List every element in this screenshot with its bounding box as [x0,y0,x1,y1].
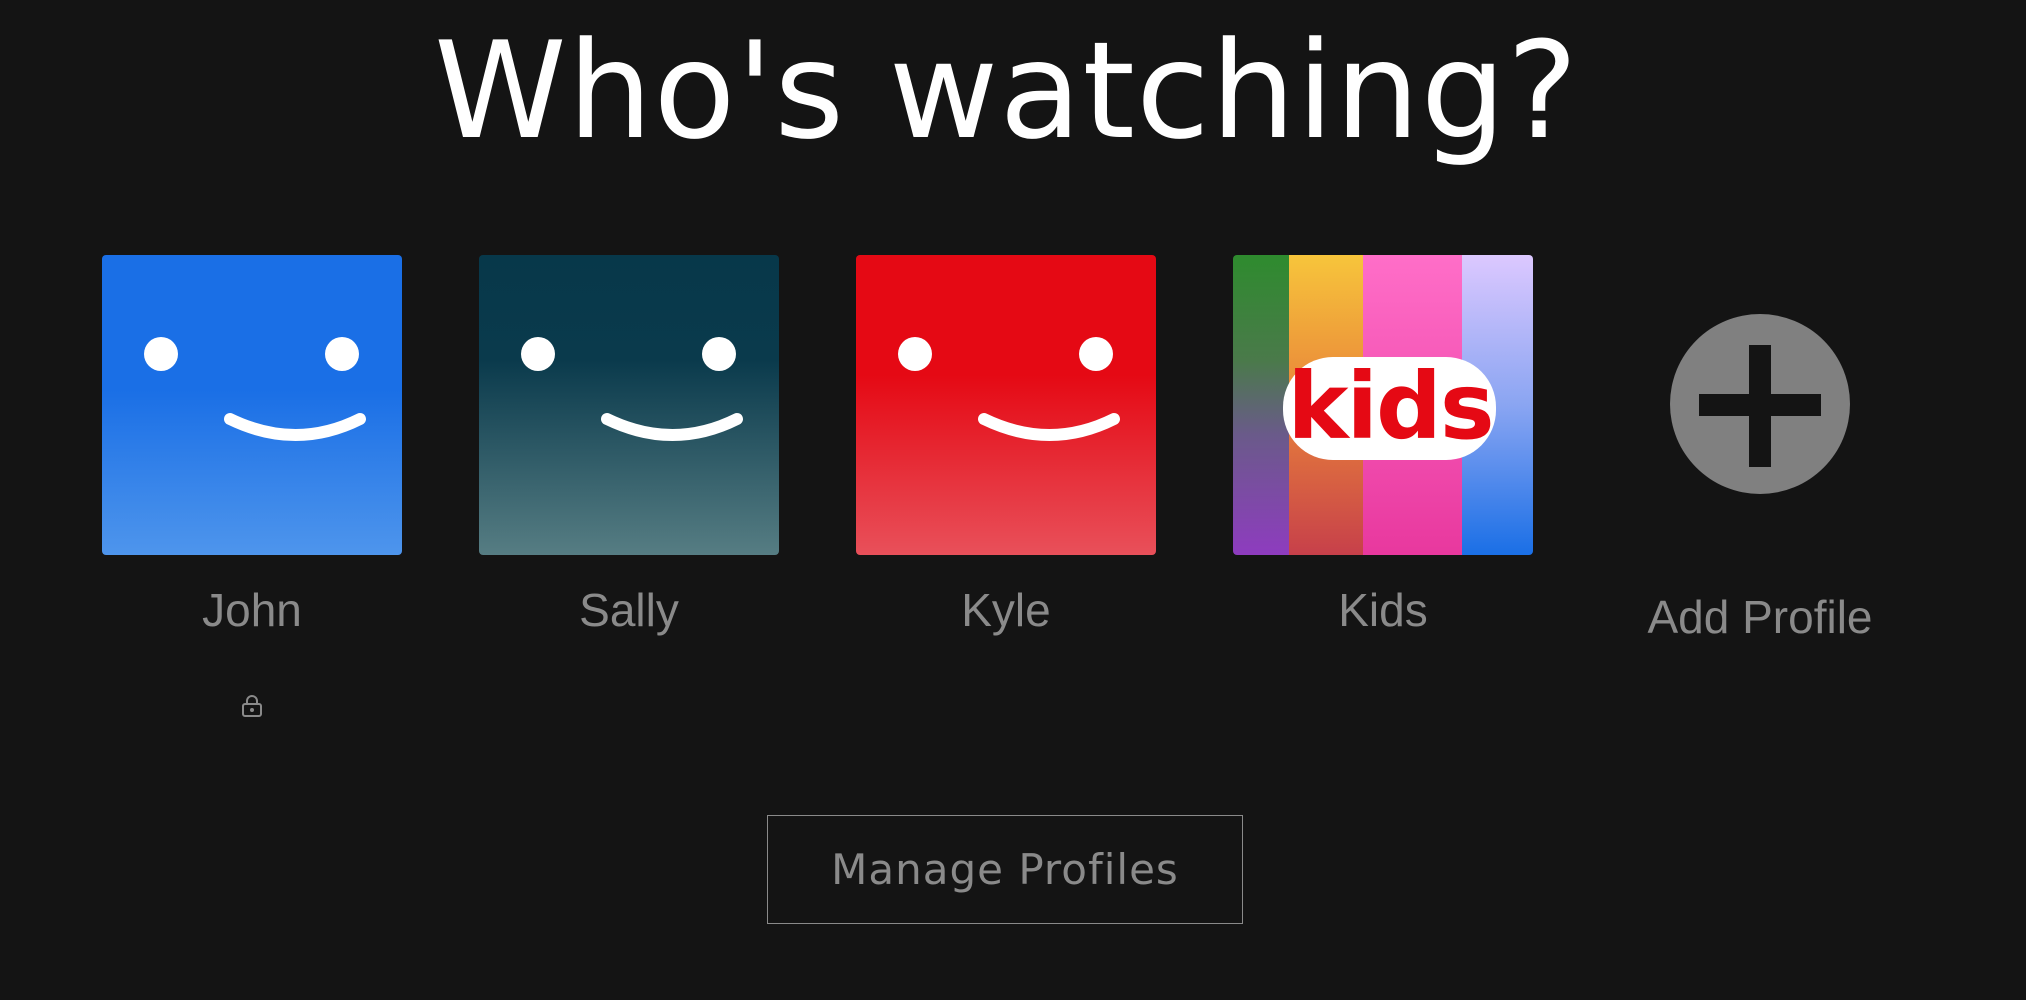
kids-logo-text: kids [1287,353,1492,460]
profile-kids[interactable]: kids Kids [1233,255,1533,638]
smiley-face-icon [102,255,402,555]
profile-avatar-sally[interactable] [479,255,779,555]
lock-icon [242,695,262,717]
profile-name-kyle: Kyle [961,584,1051,636]
profile-name-sally: Sally [579,584,679,636]
add-profile-label: Add Profile [1647,591,1873,643]
page-title: Who's watching? [434,13,1579,169]
profile-avatar-john[interactable] [102,255,402,555]
profile-sally[interactable]: Sally [479,255,779,638]
kids-logo-icon: kids [1233,255,1533,555]
profile-kyle[interactable]: Kyle [856,255,1156,638]
smiley-face-icon [479,255,779,555]
plus-icon[interactable] [1670,314,1850,494]
profile-name-kids: Kids [1338,584,1428,636]
profile-gate: Who's watching? John Sally Kyle kids Kid… [0,0,2026,1000]
profile-john[interactable]: John [102,255,402,717]
smiley-face-icon [856,255,1156,555]
profile-name-john: John [202,584,302,636]
profile-avatar-kyle[interactable] [856,255,1156,555]
profile-avatar-kids[interactable]: kids [1233,255,1533,555]
manage-profiles-button[interactable]: Manage Profiles [767,815,1243,924]
